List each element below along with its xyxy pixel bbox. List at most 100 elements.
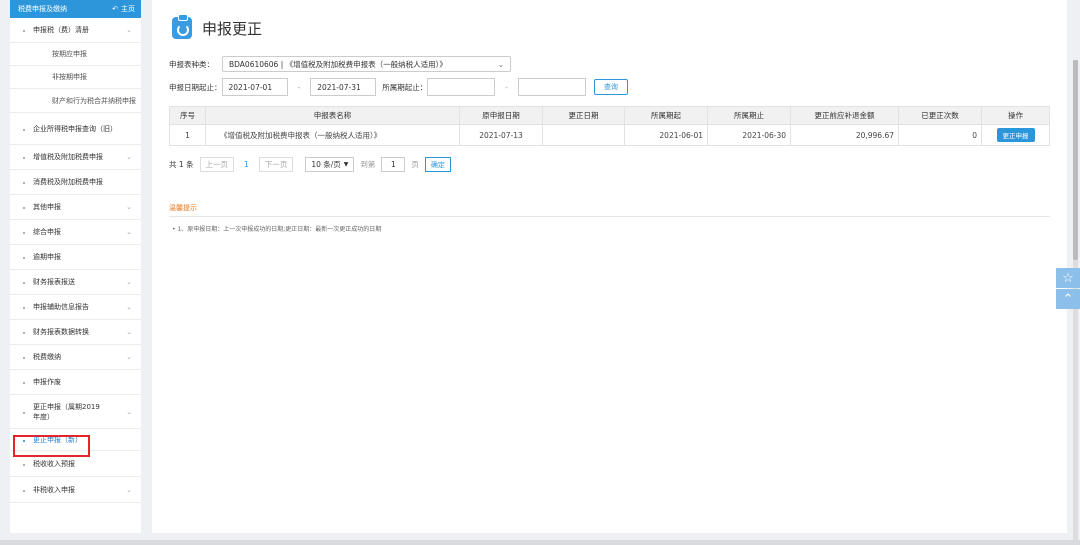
sidebar-item-label: 税收收入预报 (33, 459, 75, 468)
row-correction-date (542, 124, 625, 146)
column-header: 已更正次数 (898, 106, 982, 125)
goto-confirm-button[interactable]: 确定 (424, 157, 451, 172)
sidebar-item-auxiliary-info[interactable]: 申报辅助信息报告 ⌄ (10, 295, 141, 320)
floating-toolbar: ☆ ⌃ (1056, 268, 1080, 310)
page-unit-label: 页 (411, 160, 419, 169)
total-count: 共 1 条 (169, 160, 194, 169)
sidebar-item-data-conversion[interactable]: 财务报表数据转换 ⌄ (10, 320, 141, 345)
home-label: 主页 (121, 5, 135, 13)
page-size-value: 10 条/页 (311, 160, 341, 169)
sidebar-item-consumption-tax[interactable]: 消费税及附加税费申报 (10, 170, 141, 195)
row-index: 1 (169, 124, 206, 146)
correct-declaration-button[interactable]: 更正申报 (996, 128, 1035, 142)
sidebar-item-tax-payment[interactable]: 税费缴纳 ⌄ (10, 345, 141, 370)
page-header: 申报更正 (172, 14, 263, 39)
sidebar-item-declaration-list[interactable]: 申报税（费）清册 ⌄ (10, 18, 141, 43)
sidebar-item-label: 财产和行为税合并纳税申报 (52, 96, 136, 105)
page-title: 申报更正 (202, 19, 263, 38)
chevron-down-icon: ⌄ (126, 228, 132, 236)
sidebar-title: 税费申报及缴纳 (18, 5, 67, 13)
row-period-start: 2021-06-01 (624, 124, 708, 146)
row-correction-count: 0 (898, 124, 982, 146)
chevron-down-icon: ⌄ (497, 59, 504, 69)
goto-label: 到第 (360, 160, 376, 169)
form-type-select[interactable]: BDA0610606 | 《增值税及附加税费申报表（一般纳税人适用）》 ⌄ (222, 56, 511, 72)
table-header-row: 序号 申报表名称 原申报日期 更正日期 所属期起 所属期止 更正前应补退金额 已… (169, 106, 1050, 125)
period-to-input[interactable] (517, 78, 586, 96)
sidebar-item-label: 财务报表数据转换 (33, 328, 89, 336)
sidebar-item-label: 其他申报 (33, 203, 61, 211)
results-table: 序号 申报表名称 原申报日期 更正日期 所属期起 所属期止 更正前应补退金额 已… (169, 106, 1050, 146)
chevron-down-icon: ⌄ (126, 328, 132, 336)
sidebar-header: 税费申报及缴纳 ↶ 主页 (10, 0, 141, 18)
sidebar-item-void[interactable]: 申报作废 (10, 370, 141, 395)
sidebar-item-label: 申报税（费）清册 (33, 26, 89, 34)
period-separator: - (505, 82, 508, 92)
row-amount: 20,996.67 (790, 124, 899, 146)
date-to-input[interactable]: 2021-07-31 (310, 78, 377, 96)
query-button[interactable]: 查询 (593, 79, 628, 95)
current-page[interactable]: 1 (240, 160, 253, 169)
column-header: 原申报日期 (459, 106, 543, 125)
sidebar-item-other[interactable]: 其他申报 ⌄ (10, 195, 141, 220)
date-range-label: 申报日期起止： (169, 82, 222, 92)
sidebar-item-financial-statements[interactable]: 财务报表报送 ⌄ (10, 270, 141, 295)
row-action-cell: 更正申报 (981, 124, 1050, 146)
sidebar-item-label: 按期应申报 (52, 50, 87, 58)
divider (169, 216, 1050, 217)
page-size-select[interactable]: 10 条/页 ▼ (305, 157, 355, 172)
row-original-date: 2021-07-13 (459, 124, 543, 146)
column-header: 序号 (169, 106, 206, 125)
sidebar-item-overdue[interactable]: 逾期申报 (10, 245, 141, 270)
sidebar-item-label: 消费税及附加税费申报 (33, 178, 103, 186)
scrollbar-thumb[interactable] (1073, 60, 1078, 260)
star-icon[interactable]: ☆ (1056, 268, 1080, 288)
sidebar-item-label: 非税收入申报 (33, 485, 75, 494)
chevron-down-icon: ⌄ (126, 303, 132, 311)
column-header: 所属期止 (707, 106, 791, 125)
form-type-row: 申报表种类： BDA0610606 | 《增值税及附加税费申报表（一般纳税人适用… (169, 56, 511, 72)
sidebar-item-non-tax-revenue[interactable]: 非税收入申报 ⌄ (10, 477, 141, 503)
sidebar-item-comprehensive[interactable]: 综合申报 ⌄ (10, 220, 141, 245)
sidebar-item-label: 逾期申报 (33, 253, 61, 261)
chevron-down-icon: ⌄ (126, 353, 132, 361)
goto-page-input[interactable]: 1 (381, 157, 406, 172)
column-header: 申报表名称 (205, 106, 460, 125)
main-panel: 申报更正 申报表种类： BDA0610606 | 《增值税及附加税费申报表（一般… (152, 0, 1067, 533)
sidebar-item-vat[interactable]: 增值税及附加税费申报 ⌄ (10, 145, 141, 170)
date-range-row: 申报日期起止： 2021-07-01 - 2021-07-31 所属期起止： -… (169, 78, 628, 96)
form-type-value: BDA0610606 | 《增值税及附加税费申报表（一般纳税人适用）》 (229, 59, 447, 69)
form-type-label: 申报表种类： (169, 59, 214, 69)
sidebar-item-label: 财务报表报送 (33, 278, 75, 286)
next-page-button[interactable]: 下一页 (258, 157, 294, 172)
chevron-up-icon[interactable]: ⌃ (1056, 289, 1080, 309)
tips-title: 温馨提示 (169, 204, 197, 212)
chevron-down-icon: ⌄ (126, 407, 132, 416)
sidebar-sub-item-unscheduled[interactable]: 非按期申报 (10, 66, 141, 89)
sidebar-item-label: 综合申报 (33, 228, 61, 236)
chevron-down-icon: ⌄ (126, 153, 132, 161)
sidebar-item-corporate-income-tax[interactable]: 企业所得税申报查询（旧） (10, 113, 141, 145)
prev-page-button[interactable]: 上一页 (199, 157, 235, 172)
sidebar-item-label: 企业所得税申报查询（旧） (33, 124, 117, 133)
column-header: 更正前应补退金额 (790, 106, 899, 125)
sidebar-item-label: 税费缴纳 (33, 353, 61, 361)
highlight-box (13, 435, 90, 457)
date-from-input[interactable]: 2021-07-01 (221, 78, 288, 96)
chevron-down-icon: ⌄ (126, 485, 132, 494)
period-from-input[interactable] (427, 78, 496, 96)
column-header: 更正日期 (542, 106, 625, 125)
row-form-name: 《增值税及附加税费申报表（一般纳税人适用）》 (205, 124, 460, 146)
caret-down-icon: ▼ (343, 161, 349, 168)
chevron-down-icon: ⌄ (126, 278, 132, 286)
sidebar-item-label: 申报辅助信息报告 (33, 303, 89, 311)
sidebar-sub-item-scheduled[interactable]: 按期应申报 (10, 43, 141, 66)
column-header: 所属期起 (624, 106, 708, 125)
sidebar-item-correction-2019[interactable]: 更正申报（属期2019年度） ⌄ (10, 395, 141, 429)
chevron-down-icon: ⌄ (126, 203, 132, 211)
period-label: 所属期起止： (382, 82, 428, 92)
home-link[interactable]: ↶ 主页 (112, 4, 135, 14)
tips-text: • 1、原申报日期：上一次申报成功的日期;更正日期：最新一次更正成功的日期 (172, 226, 382, 233)
chevron-down-icon: ⌄ (126, 26, 132, 34)
sidebar-sub-item-property-behavior[interactable]: 财产和行为税合并纳税申报 (10, 89, 141, 113)
